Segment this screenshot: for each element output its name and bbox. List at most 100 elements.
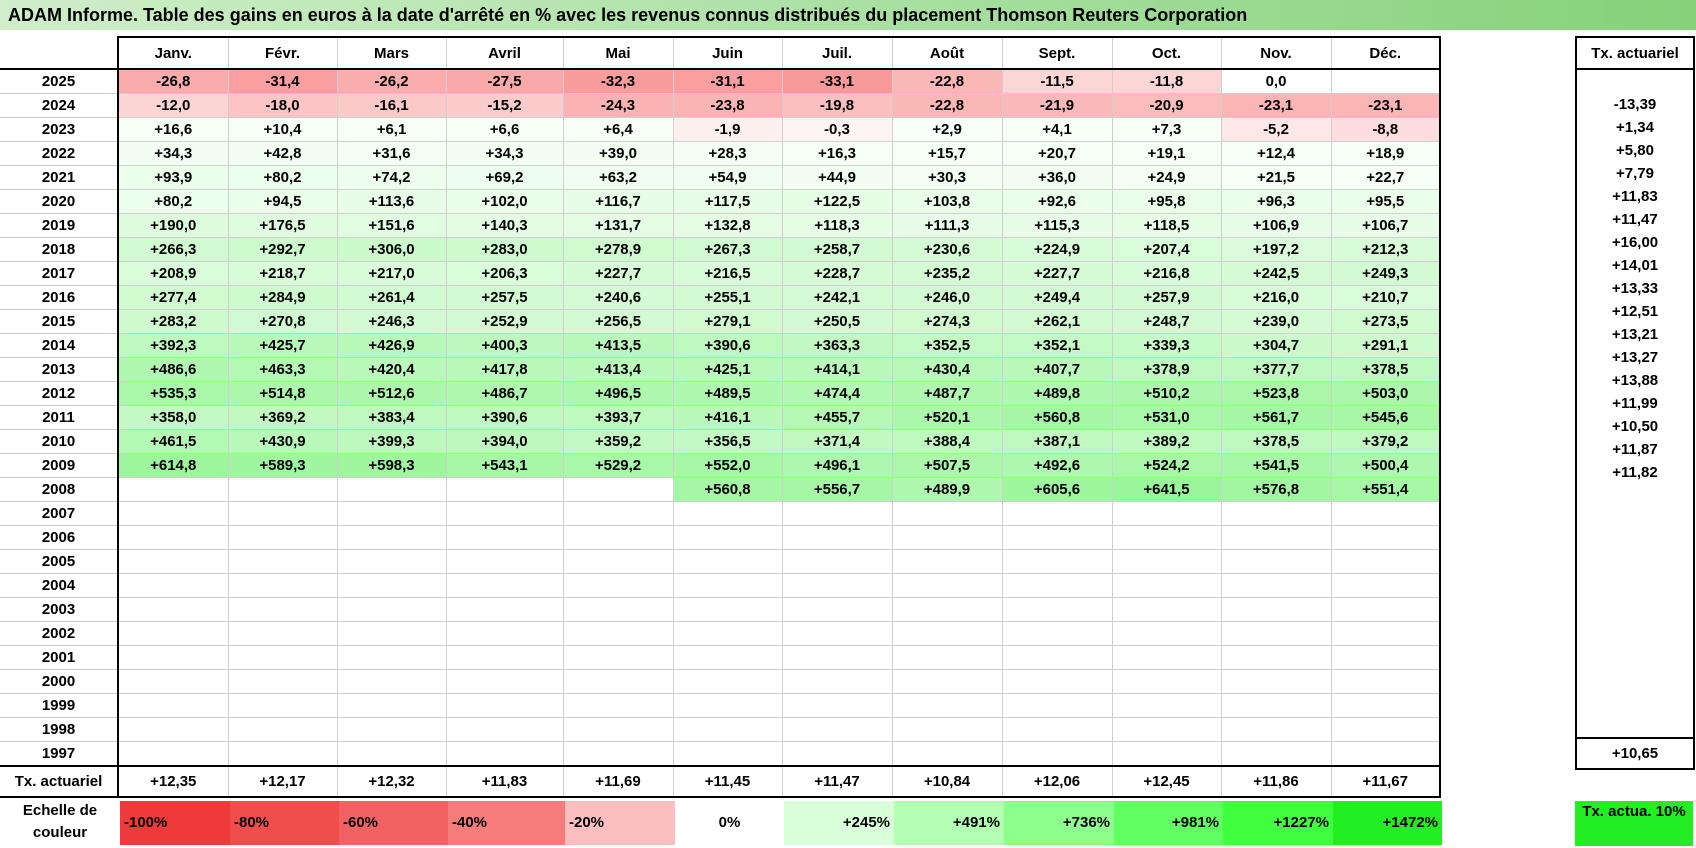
gain-cell: +394,0 bbox=[445, 429, 564, 454]
gain-cell bbox=[1220, 621, 1332, 646]
gain-cell bbox=[1111, 525, 1222, 550]
gain-cell: +6,1 bbox=[336, 117, 447, 142]
gain-cell: +92,6 bbox=[1001, 189, 1113, 214]
gain-cell: +239,0 bbox=[1220, 309, 1332, 334]
gain-cell: +545,6 bbox=[1330, 405, 1441, 430]
year-row: 2014 +392,3 +425,7 +426,9 +400,3 +413,5 +390,6… bbox=[0, 333, 1441, 358]
color-scale-step: +491% bbox=[894, 801, 1004, 845]
gain-cell: +116,7 bbox=[562, 189, 674, 214]
gain-cell bbox=[336, 525, 447, 550]
gain-cell: +614,8 bbox=[117, 453, 229, 478]
gain-cell: -31,4 bbox=[227, 68, 338, 94]
gain-cell bbox=[781, 645, 893, 670]
color-scale-step: +1227% bbox=[1223, 801, 1333, 845]
gain-cell: +524,2 bbox=[1111, 453, 1222, 478]
gain-cell: +261,4 bbox=[336, 285, 447, 310]
color-scale-step: +1472% bbox=[1333, 801, 1442, 845]
year-row: 2010 +461,5 +430,9 +399,3 +394,0 +359,2 +356,5… bbox=[0, 429, 1441, 454]
gain-cell: +560,8 bbox=[1001, 405, 1113, 430]
year-rate-cell: +11,99 bbox=[1575, 392, 1695, 415]
gain-cell bbox=[445, 549, 564, 574]
gain-cell bbox=[336, 549, 447, 574]
year-rate-cell bbox=[1575, 69, 1695, 93]
gain-cell: -33,1 bbox=[781, 68, 893, 94]
year-label: 2000 bbox=[0, 669, 119, 694]
gain-cell bbox=[1220, 741, 1332, 767]
gain-cell bbox=[1330, 717, 1441, 742]
year-label: 2013 bbox=[0, 357, 119, 382]
color-scale-step: -60% bbox=[339, 801, 448, 845]
gain-cell: +514,8 bbox=[227, 381, 338, 406]
gain-cell bbox=[227, 669, 338, 694]
gain-cell: -23,1 bbox=[1220, 93, 1332, 118]
gain-cell: -21,9 bbox=[1001, 93, 1113, 118]
gain-cell: +252,9 bbox=[445, 309, 564, 334]
year-row: 2013 +486,6 +463,3 +420,4 +417,8 +413,4 +425,1… bbox=[0, 357, 1441, 382]
gain-cell bbox=[1330, 68, 1441, 94]
year-label: 2017 bbox=[0, 261, 119, 286]
gain-cell: +379,2 bbox=[1330, 429, 1441, 454]
month-rate-cell: +11,45 bbox=[672, 765, 783, 798]
gain-cell bbox=[445, 525, 564, 550]
gain-cell bbox=[1330, 525, 1441, 550]
year-label: 2004 bbox=[0, 573, 119, 598]
gain-cell: +489,9 bbox=[891, 477, 1003, 502]
gain-cell: +36,0 bbox=[1001, 165, 1113, 190]
gain-cell: +249,3 bbox=[1330, 261, 1441, 286]
gain-cell: -11,8 bbox=[1111, 68, 1222, 94]
gain-cell: +551,4 bbox=[1330, 477, 1441, 502]
gain-cell: +400,3 bbox=[445, 333, 564, 358]
gain-cell bbox=[117, 501, 229, 526]
gain-cell: +228,7 bbox=[781, 261, 893, 286]
year-row: 2018 +266,3 +292,7 +306,0 +283,0 +278,9 +267,3… bbox=[0, 237, 1441, 262]
gain-cell: +523,8 bbox=[1220, 381, 1332, 406]
gain-cell bbox=[1111, 741, 1222, 767]
gain-cell: +10,4 bbox=[227, 117, 338, 142]
gain-cell bbox=[781, 693, 893, 718]
gain-cell: -1,9 bbox=[672, 117, 783, 142]
year-label: 2018 bbox=[0, 237, 119, 262]
gain-cell: +529,2 bbox=[562, 453, 674, 478]
gain-cell: +486,6 bbox=[117, 357, 229, 382]
gain-cell bbox=[227, 741, 338, 767]
gain-cell: +176,5 bbox=[227, 213, 338, 238]
gain-cell bbox=[562, 501, 674, 526]
color-scale-legend: Tx. actua. 10% bbox=[1575, 801, 1693, 846]
gain-cell: +151,6 bbox=[336, 213, 447, 238]
gain-cell: +589,3 bbox=[227, 453, 338, 478]
gain-cell bbox=[781, 669, 893, 694]
gain-cell: +31,6 bbox=[336, 141, 447, 166]
gain-cell: +44,9 bbox=[781, 165, 893, 190]
gain-cell bbox=[117, 621, 229, 646]
gain-cell bbox=[227, 525, 338, 550]
gain-cell bbox=[336, 693, 447, 718]
year-rate-cell: +11,83 bbox=[1575, 185, 1695, 208]
gain-cell bbox=[445, 573, 564, 598]
gain-cell: +369,2 bbox=[227, 405, 338, 430]
gain-cell: +535,3 bbox=[117, 381, 229, 406]
year-rate-cell: +14,01 bbox=[1575, 254, 1695, 277]
gain-cell bbox=[1330, 501, 1441, 526]
gain-cell bbox=[891, 549, 1003, 574]
year-label: 2007 bbox=[0, 501, 119, 526]
gain-cell: +115,3 bbox=[1001, 213, 1113, 238]
gain-cell: +206,3 bbox=[445, 261, 564, 286]
gain-cell: +507,5 bbox=[891, 453, 1003, 478]
gain-cell: +6,4 bbox=[562, 117, 674, 142]
gain-cell: +339,3 bbox=[1111, 333, 1222, 358]
gain-cell bbox=[445, 501, 564, 526]
year-row: 2011 +358,0 +369,2 +383,4 +390,6 +393,7 +416,1… bbox=[0, 405, 1441, 430]
gain-cell: +512,6 bbox=[336, 381, 447, 406]
gain-cell: +358,0 bbox=[117, 405, 229, 430]
gain-cell: +520,1 bbox=[891, 405, 1003, 430]
year-label: 1998 bbox=[0, 717, 119, 742]
gain-cell bbox=[227, 645, 338, 670]
month-rate-cell: +11,67 bbox=[1330, 765, 1441, 798]
year-label: 2019 bbox=[0, 213, 119, 238]
month-header: Mars bbox=[336, 36, 447, 70]
gain-cell: +69,2 bbox=[445, 165, 564, 190]
gain-cell: +377,7 bbox=[1220, 357, 1332, 382]
gain-cell: +230,6 bbox=[891, 237, 1003, 262]
gain-cell: +417,8 bbox=[445, 357, 564, 382]
year-rate-cell: +12,51 bbox=[1575, 300, 1695, 323]
